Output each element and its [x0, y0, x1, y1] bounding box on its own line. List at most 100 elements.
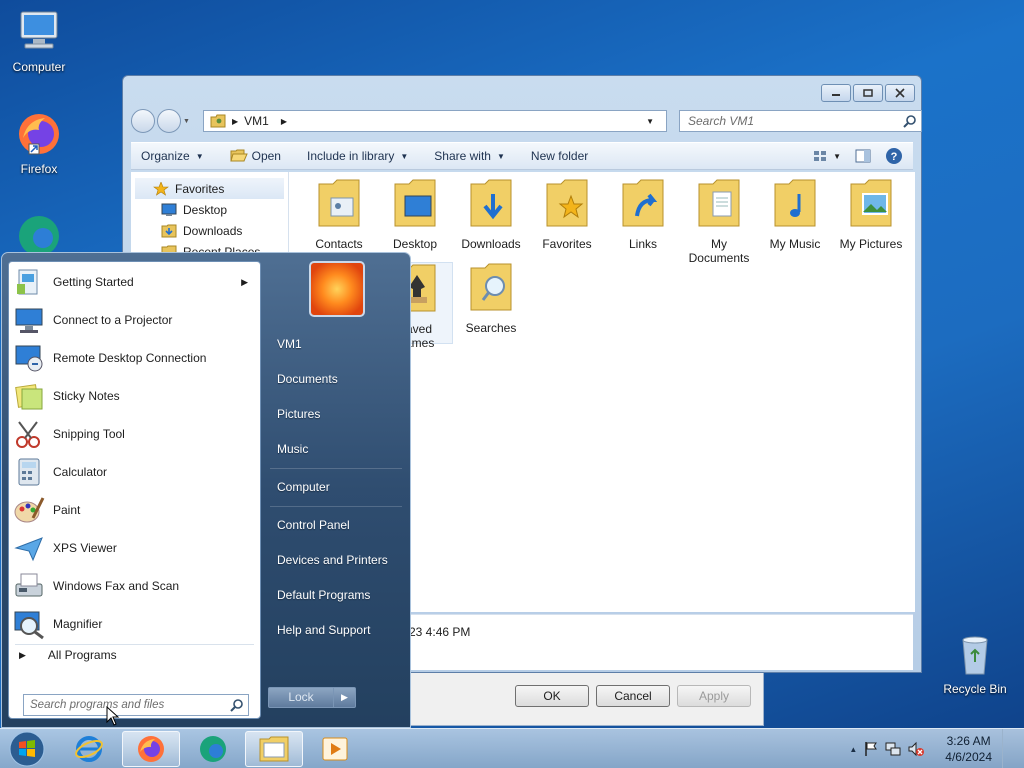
desktop-icon-label: Recycle Bin: [943, 682, 1007, 696]
start-link-pictures[interactable]: Pictures: [277, 407, 320, 421]
folder-item-downloads[interactable]: Downloads: [453, 178, 529, 251]
all-programs-button[interactable]: ▶ All Programs: [19, 648, 117, 662]
folder-label: My Documents: [688, 237, 750, 265]
program-label: Windows Fax and Scan: [53, 579, 180, 593]
desktop-icon-firefox[interactable]: Firefox: [0, 110, 78, 176]
program-paint[interactable]: Paint: [13, 492, 258, 528]
program-windows-fax-and-scan[interactable]: Windows Fax and Scan: [13, 568, 258, 604]
lock-button[interactable]: Lock: [268, 687, 334, 708]
search-icon[interactable]: [903, 114, 917, 128]
folder-item-favorites[interactable]: Favorites: [529, 178, 605, 251]
program-remote-desktop-connection[interactable]: Remote Desktop Connection: [13, 340, 258, 376]
start-link-computer[interactable]: Computer: [277, 480, 330, 494]
folder-item-my-pictures[interactable]: My Pictures: [833, 178, 909, 251]
start-link-documents[interactable]: Documents: [277, 372, 338, 386]
firefox-icon: [15, 110, 63, 158]
address-dropdown-icon[interactable]: ▼: [646, 117, 654, 126]
new-folder-button[interactable]: New folder: [531, 149, 588, 163]
change-view-icon[interactable]: [813, 150, 827, 162]
help-icon[interactable]: ?: [885, 147, 903, 165]
taskbar-media-player[interactable]: [306, 731, 364, 767]
show-hidden-icons-icon[interactable]: ▲: [849, 745, 857, 754]
desktop-icon-recycle-bin[interactable]: Recycle Bin: [936, 630, 1014, 696]
view-dropdown-icon[interactable]: ▼: [833, 152, 841, 161]
folder-item-desktop[interactable]: Desktop: [377, 178, 453, 251]
action-center-flag-icon[interactable]: [863, 741, 879, 757]
minimize-button[interactable]: [821, 84, 851, 102]
share-with-button[interactable]: Share with ▼: [434, 149, 505, 163]
nav-item-downloads[interactable]: Downloads: [131, 220, 288, 241]
program-sticky-notes[interactable]: Sticky Notes: [13, 378, 258, 414]
maximize-button[interactable]: [853, 84, 883, 102]
taskbar-edge[interactable]: [184, 731, 242, 767]
breadcrumb-arrow-icon[interactable]: ▶: [232, 117, 238, 126]
nav-item-desktop[interactable]: Desktop: [131, 199, 288, 220]
forward-button[interactable]: [157, 109, 181, 133]
show-desktop-button[interactable]: [1002, 729, 1016, 768]
start-link-vm1[interactable]: VM1: [277, 337, 302, 351]
start-link-help-and-support[interactable]: Help and Support: [277, 623, 370, 637]
recycle-bin-icon: [951, 630, 999, 678]
fax-scan-icon: [15, 573, 43, 597]
address-row: ▼ ▶ VM1 ▶ ▼ Search VM1: [131, 108, 922, 134]
address-bar[interactable]: ▶ VM1 ▶ ▼: [203, 110, 735, 132]
clock-time: 3:26 AM: [946, 734, 991, 748]
preview-pane-icon[interactable]: [855, 149, 871, 163]
program-calculator[interactable]: Calculator: [13, 454, 258, 490]
separator: [15, 644, 254, 645]
shutdown-options-arrow-icon[interactable]: ▶: [334, 687, 356, 708]
program-snipping-tool[interactable]: Snipping Tool: [13, 416, 258, 452]
folder-item-searches[interactable]: Searches: [453, 262, 529, 335]
program-connect-to-projector[interactable]: Connect to a Projector: [13, 302, 258, 338]
nav-item-favorites[interactable]: Favorites: [135, 178, 284, 199]
back-button[interactable]: [131, 109, 155, 133]
triangle-right-icon: ▶: [19, 649, 26, 660]
folder-item-my-documents[interactable]: My Documents: [681, 178, 757, 265]
start-link-default-programs[interactable]: Default Programs: [277, 588, 370, 602]
remote-desktop-icon: [15, 345, 43, 372]
clock-date: 4/6/2024: [945, 750, 992, 764]
volume-muted-icon[interactable]: [907, 741, 925, 757]
taskbar-internet-explorer[interactable]: [60, 731, 118, 767]
program-label: Remote Desktop Connection: [53, 351, 207, 365]
program-label: Paint: [53, 503, 81, 517]
search-input[interactable]: Search VM1: [679, 110, 922, 132]
user-picture[interactable]: [309, 261, 365, 317]
apply-button[interactable]: Apply: [677, 685, 751, 707]
program-getting-started[interactable]: Getting Started ▶: [13, 264, 258, 300]
organize-button[interactable]: Organize ▼: [141, 149, 204, 163]
start-search-input[interactable]: Search programs and files: [23, 694, 249, 716]
start-link-music[interactable]: Music: [277, 442, 308, 456]
documents-folder-icon: [698, 179, 740, 227]
chevron-down-icon: ▼: [400, 151, 409, 161]
cancel-button[interactable]: Cancel: [596, 685, 670, 707]
folder-item-my-music[interactable]: My Music: [757, 178, 833, 251]
clock[interactable]: 3:26 AM 4/6/2024: [945, 733, 992, 765]
taskbar-firefox[interactable]: [122, 731, 180, 767]
media-player-icon: [322, 737, 348, 761]
folder-label: Favorites: [542, 237, 592, 251]
network-icon[interactable]: [885, 741, 901, 757]
submenu-arrow-icon[interactable]: ▶: [241, 277, 248, 288]
search-icon[interactable]: [230, 698, 244, 712]
ok-button[interactable]: OK: [515, 685, 589, 707]
internet-explorer-icon: [75, 736, 103, 762]
links-folder-icon: [622, 179, 664, 227]
folder-item-links[interactable]: Links: [605, 178, 681, 251]
desktop-icon-computer[interactable]: Computer: [0, 8, 78, 74]
start-link-devices-and-printers[interactable]: Devices and Printers: [277, 553, 388, 567]
new-folder-label: New folder: [530, 149, 589, 163]
program-xps-viewer[interactable]: XPS Viewer: [13, 530, 258, 566]
include-in-library-button[interactable]: Include in library ▼: [307, 149, 408, 163]
recent-pages-dropdown-icon[interactable]: ▼: [183, 118, 190, 125]
taskbar-windows-explorer[interactable]: [245, 731, 303, 767]
start-link-control-panel[interactable]: Control Panel: [277, 518, 350, 532]
breadcrumb-arrow-icon[interactable]: ▶: [281, 117, 287, 126]
downloads-folder-icon: [161, 224, 177, 237]
start-button[interactable]: [0, 731, 54, 767]
open-button[interactable]: Open: [229, 149, 281, 163]
close-button[interactable]: [885, 84, 915, 102]
program-magnifier[interactable]: Magnifier: [13, 606, 258, 642]
folder-item-contacts[interactable]: Contacts: [301, 178, 377, 251]
breadcrumb-vm1[interactable]: VM1: [244, 114, 269, 128]
